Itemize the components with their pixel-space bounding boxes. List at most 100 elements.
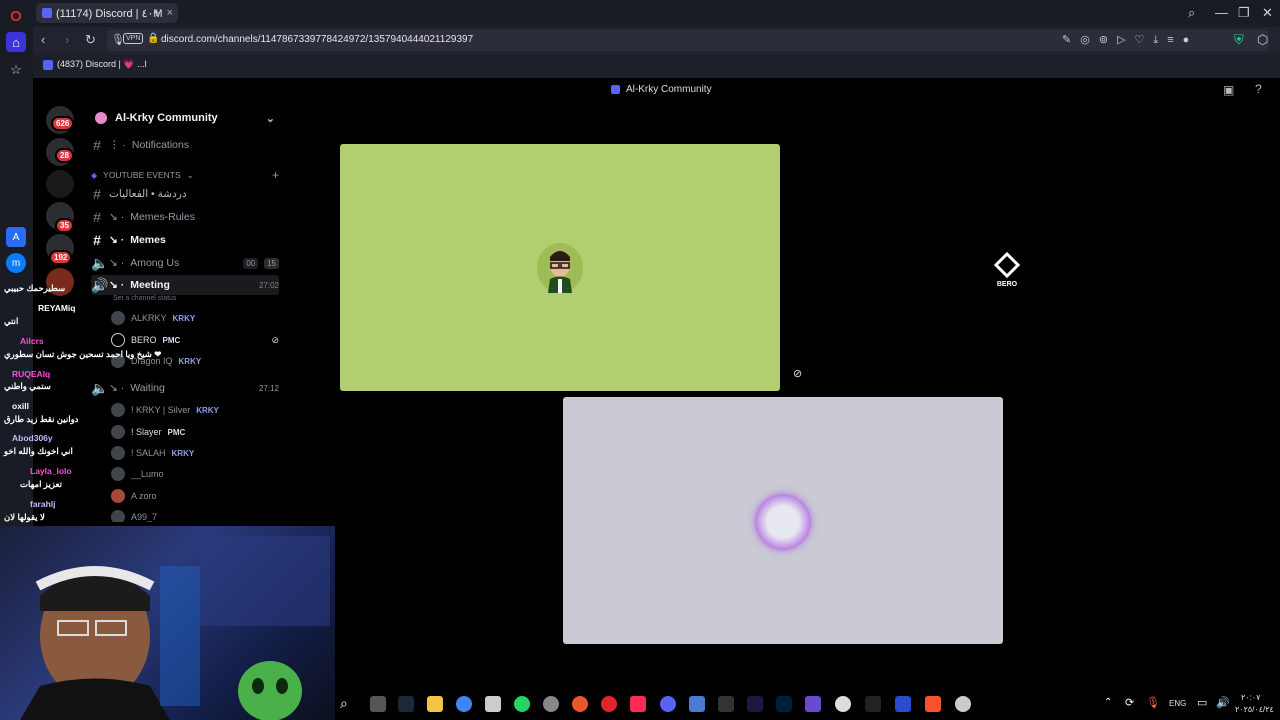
opera-icon[interactable] bbox=[601, 696, 617, 712]
hash-icon: # bbox=[93, 186, 101, 202]
channel-status[interactable]: Set a channel status bbox=[113, 295, 176, 302]
add-channel-icon[interactable]: + bbox=[272, 168, 279, 182]
voice-user[interactable]: ! KRKY | Silver KRKY bbox=[111, 401, 279, 419]
photoshop-icon[interactable] bbox=[776, 696, 792, 712]
chrome-icon[interactable] bbox=[456, 696, 472, 712]
search-icon[interactable]: ⌕ bbox=[1188, 5, 1195, 21]
back-icon[interactable]: ‹ bbox=[41, 32, 45, 47]
category-youtube-events[interactable]: ◆ YOUTUBE EVENTS ⌄ + bbox=[91, 165, 279, 185]
task-view-icon[interactable] bbox=[370, 696, 386, 712]
app-icon[interactable] bbox=[895, 696, 911, 712]
chat-message: لا يقولها لان bbox=[4, 512, 45, 522]
opera-logo-icon[interactable]: O bbox=[6, 6, 26, 26]
reload-icon[interactable]: ↻ bbox=[85, 32, 96, 48]
settings-icon[interactable] bbox=[835, 696, 851, 712]
search-icon[interactable]: ⌕ bbox=[340, 695, 348, 712]
channel-waiting[interactable]: 🔈 ↘ · Waiting 27:12 bbox=[91, 378, 279, 398]
app-icon[interactable] bbox=[485, 696, 501, 712]
app-icon[interactable] bbox=[805, 696, 821, 712]
avatar bbox=[111, 403, 125, 417]
app-icon[interactable] bbox=[543, 696, 559, 712]
chevron-down-icon[interactable]: ⌄ bbox=[266, 112, 275, 125]
voice-user[interactable]: ALKRKY KRKY bbox=[111, 309, 279, 327]
volume-icon[interactable]: 🔊 bbox=[1216, 696, 1230, 709]
capcut-icon[interactable] bbox=[865, 696, 881, 712]
clock-time[interactable]: ٢٠:٠٧ bbox=[1241, 693, 1260, 702]
bookmark-bar: (4837) Discord | 💗 ...l bbox=[33, 54, 1280, 78]
app-icon[interactable] bbox=[572, 696, 588, 712]
home-icon[interactable]: ⌂ bbox=[6, 32, 26, 52]
help-icon[interactable]: ? bbox=[1255, 82, 1262, 96]
inbox-icon[interactable]: ▣ bbox=[1223, 83, 1234, 97]
unread-badge: 28 bbox=[55, 148, 74, 163]
address-bar[interactable]: 🎙 VPN 🔒 discord.com/channels/11478673397… bbox=[107, 30, 1269, 51]
extensions-icon[interactable]: ⬡ bbox=[1257, 32, 1268, 48]
app-icon[interactable] bbox=[955, 696, 971, 712]
channel-memes-rules[interactable]: # ↘ · Memes-Rules bbox=[91, 207, 279, 227]
channel-among-us[interactable]: 🔈 ↘ · Among Us 00 15 bbox=[91, 253, 279, 273]
voice-user[interactable]: ! Slayer PMC bbox=[111, 423, 279, 441]
minimize-icon[interactable]: — bbox=[1215, 5, 1228, 20]
tab-close-icon[interactable]: × bbox=[167, 7, 173, 19]
forward-icon[interactable]: › bbox=[65, 32, 69, 47]
close-window-icon[interactable]: ✕ bbox=[1262, 5, 1273, 21]
voice-user[interactable]: BERO PMC ⊘ bbox=[111, 331, 279, 349]
capcut-icon[interactable] bbox=[718, 696, 734, 712]
voice-user[interactable]: A99_7 bbox=[111, 508, 279, 522]
channel-timer: 27:12 bbox=[258, 383, 279, 393]
voice-user[interactable]: ! SALAH KRKY bbox=[111, 444, 279, 462]
url-text[interactable]: discord.com/channels/1147867339778424972… bbox=[161, 34, 473, 45]
chat-username: farahlj bbox=[30, 499, 56, 509]
hash-icon: # bbox=[93, 137, 101, 153]
bookmark-discord[interactable]: (4837) Discord | 💗 ...l bbox=[43, 59, 147, 70]
participant-tile[interactable] bbox=[340, 144, 780, 391]
navigation-bar: ‹ › ↻ 🎙 VPN 🔒 discord.com/channels/11478… bbox=[33, 27, 1280, 54]
maximize-icon[interactable]: ❐ bbox=[1238, 5, 1250, 21]
speaker-icon: 🔈 bbox=[91, 379, 109, 396]
cartoon-avatar-icon bbox=[548, 251, 572, 293]
chevron-up-icon[interactable]: ⌃ bbox=[1104, 697, 1112, 708]
bookmark-star-icon[interactable]: ☆ bbox=[6, 60, 26, 80]
voice-user[interactable]: A zoro bbox=[111, 487, 279, 505]
window-title: Al-Krky Community bbox=[611, 84, 712, 95]
brave-icon[interactable] bbox=[925, 696, 941, 712]
server-header[interactable]: Al-Krky Community ⌄ bbox=[85, 102, 285, 134]
lock-icon[interactable]: 🔒 bbox=[147, 33, 159, 44]
steam-icon[interactable] bbox=[398, 696, 414, 712]
channel-meeting[interactable]: 🔊 ↘ · Meeting 27:02 bbox=[91, 275, 279, 295]
avatar bbox=[111, 467, 125, 481]
avatar bbox=[537, 243, 583, 293]
chat-username: oxill bbox=[12, 401, 30, 411]
hash-icon: # bbox=[93, 232, 101, 248]
whatsapp-icon[interactable] bbox=[514, 696, 530, 712]
chevron-down-icon: ⌄ bbox=[186, 169, 194, 180]
channel-notifications[interactable]: # ⋮ · Notifications bbox=[91, 135, 279, 155]
server-item[interactable] bbox=[46, 170, 74, 198]
premiere-icon[interactable] bbox=[747, 696, 763, 712]
tiktok-icon[interactable] bbox=[630, 696, 646, 712]
aria-icon[interactable]: A bbox=[6, 227, 26, 247]
vpn-badge[interactable]: VPN bbox=[123, 33, 144, 44]
file-explorer-icon[interactable] bbox=[427, 696, 443, 712]
participant-bero[interactable]: BERO bbox=[987, 251, 1027, 292]
messenger-icon[interactable]: m bbox=[6, 253, 26, 273]
screenshare-off-icon[interactable]: ⊘ bbox=[793, 367, 802, 380]
app-icon[interactable] bbox=[689, 696, 705, 712]
voice-user[interactable]: __Lumo bbox=[111, 465, 279, 483]
mic-icon[interactable]: 🎙 bbox=[1146, 696, 1160, 709]
speaker-icon: 🔊 bbox=[91, 276, 109, 293]
channel-memes[interactable]: # ↘ · Memes bbox=[91, 230, 279, 250]
language-indicator[interactable]: ENG bbox=[1169, 699, 1186, 708]
chat-message: شيخ ويا احمد تسحين جوش تسان سطوري ❤ bbox=[4, 349, 162, 359]
sync-icon[interactable]: ⟳ bbox=[1125, 696, 1134, 709]
new-tab-button[interactable]: + bbox=[153, 5, 161, 20]
participant-tile[interactable] bbox=[563, 397, 1003, 644]
clock-date[interactable]: ٢٠٢٥/٠٤/٢٤ bbox=[1235, 705, 1274, 714]
toolbar-icons[interactable]: ✎◎⊚▷♡⤓≡● bbox=[1062, 33, 1198, 47]
chat-message: دوانين نقط زيد طارق bbox=[4, 414, 79, 424]
discord-icon[interactable] bbox=[660, 696, 676, 712]
network-icon[interactable]: ▭ bbox=[1197, 696, 1207, 709]
shield-icon[interactable]: ⛨ bbox=[1234, 32, 1244, 48]
chat-message: سطيرحمك حبيبي bbox=[4, 283, 66, 293]
channel-events-chat[interactable]: # دردشة • الفعاليات bbox=[91, 184, 279, 204]
